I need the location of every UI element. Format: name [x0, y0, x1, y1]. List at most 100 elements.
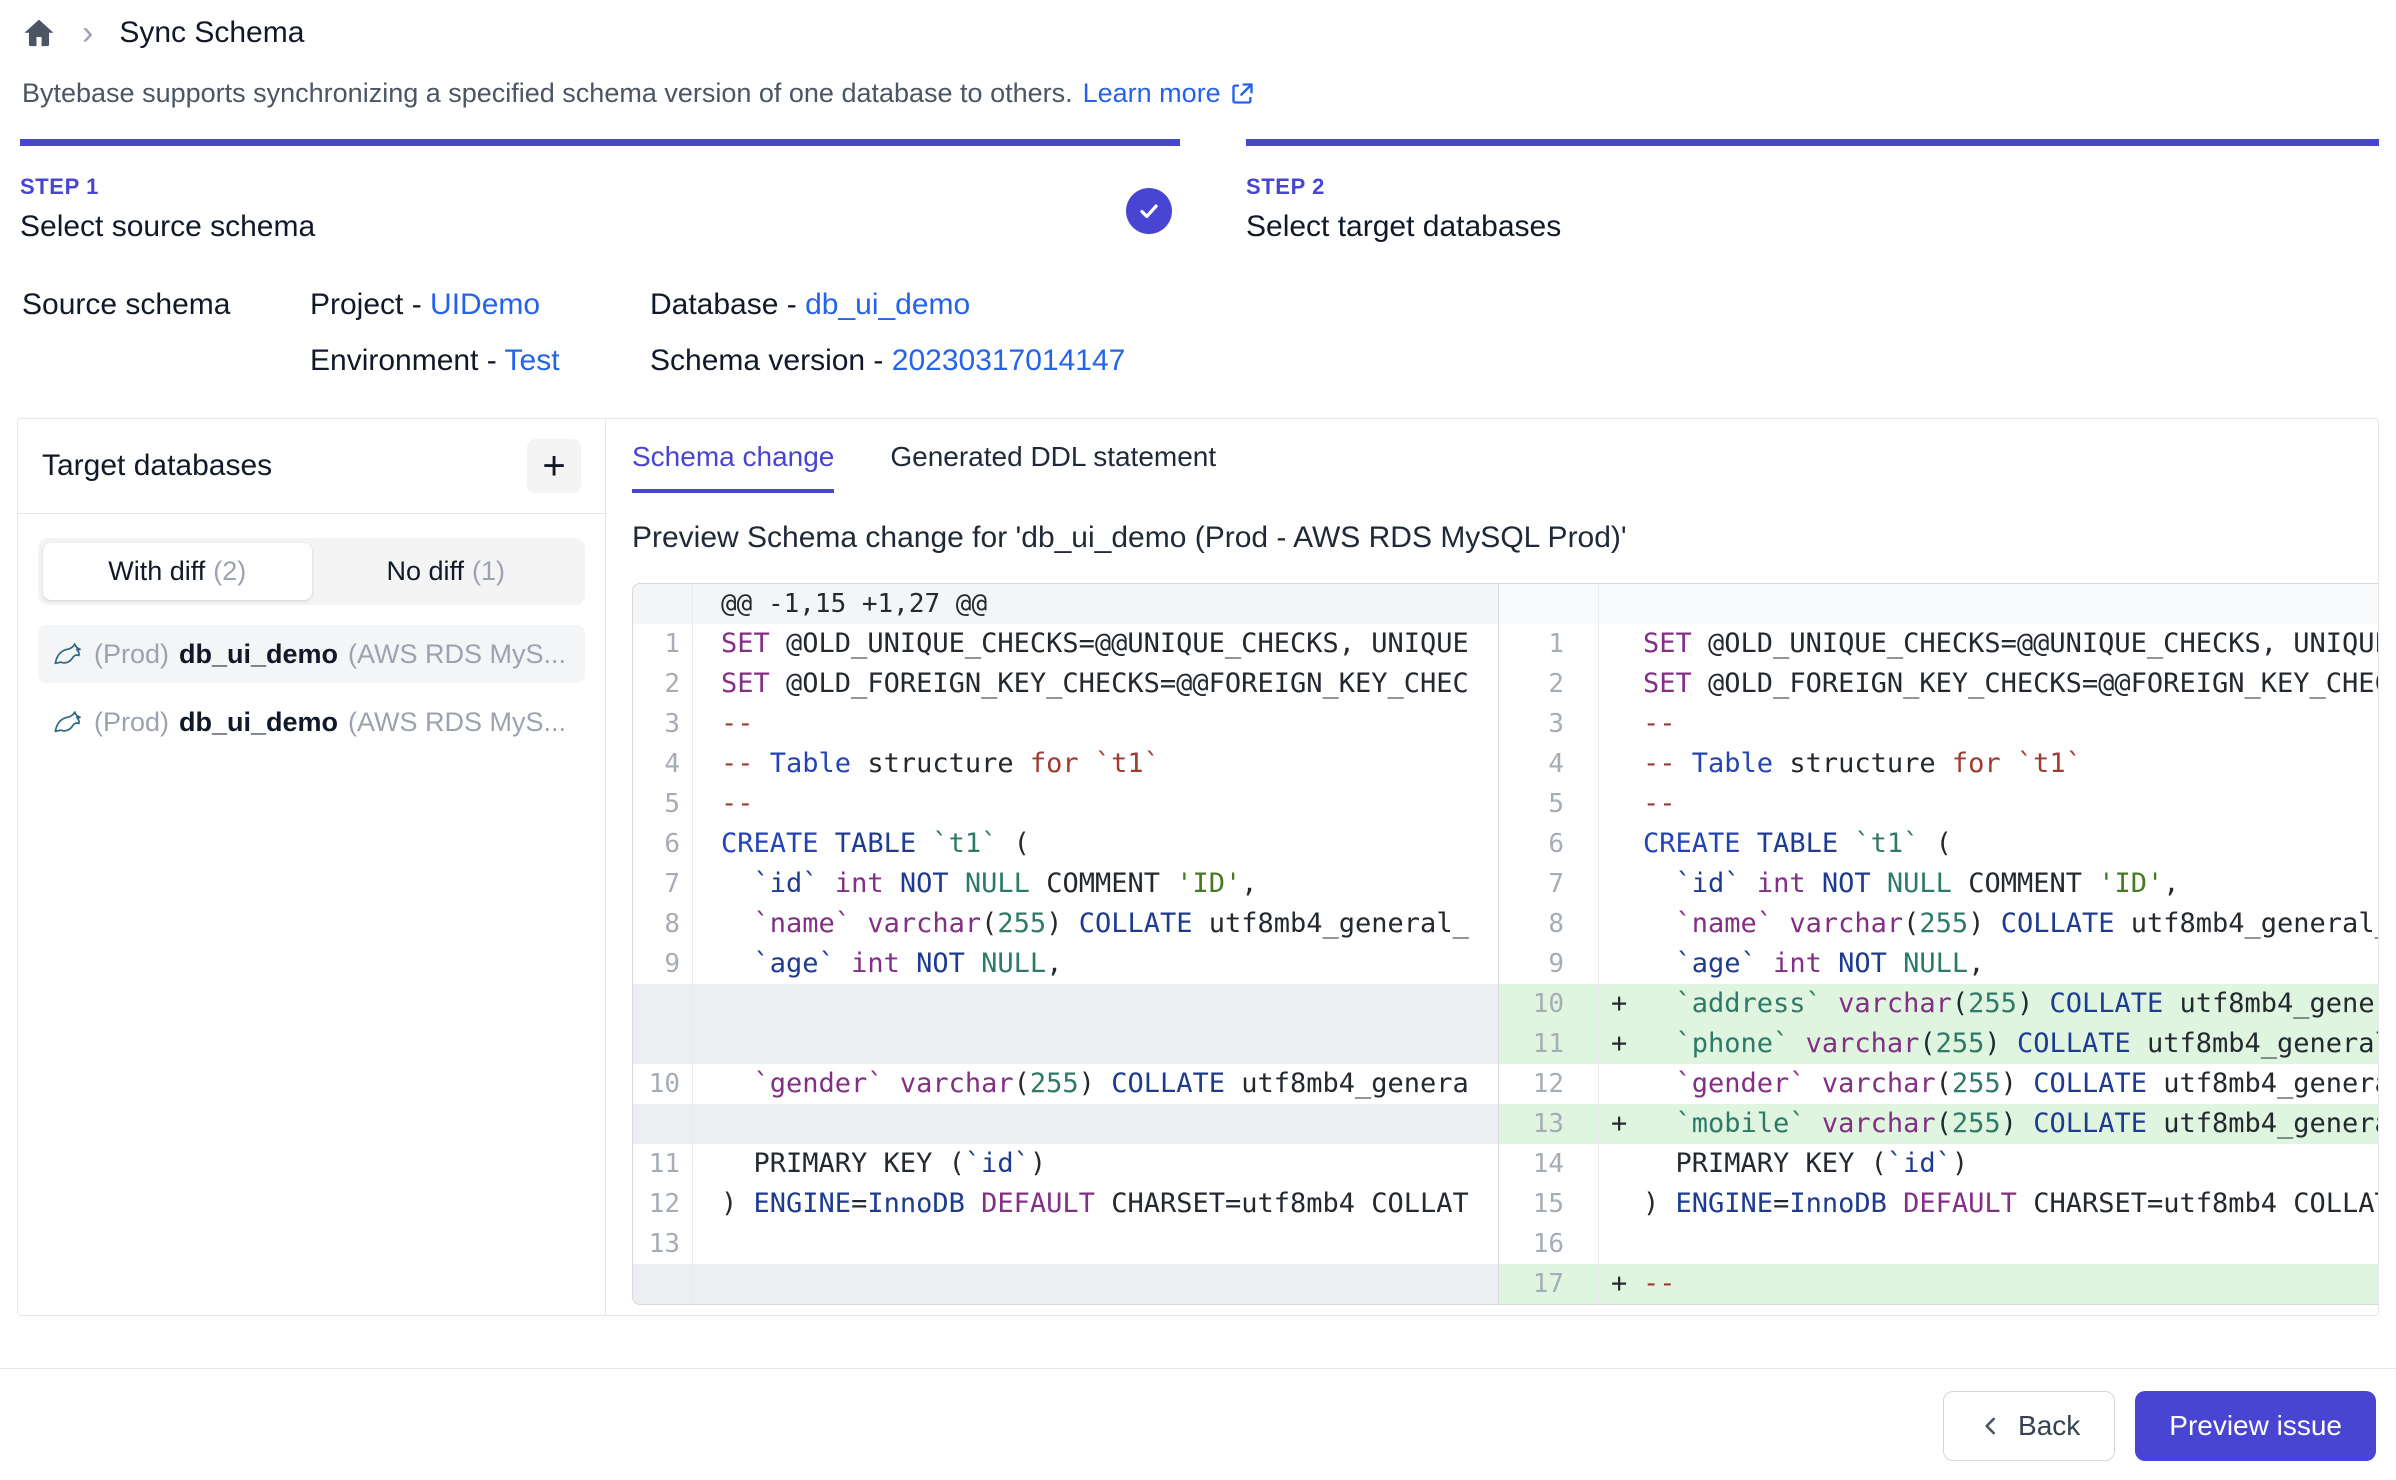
diff-row: 12 `gender` varchar(255) COLLATE utf8mb4… — [1499, 1064, 2379, 1104]
database-instance: (AWS RDS MyS... — [348, 707, 566, 738]
diff-row: 17--+ — [1499, 1264, 2379, 1304]
diff-row: 4-- Table structure for `t1` — [633, 744, 1498, 784]
code-line: -- Table structure for `t1` — [1599, 744, 2379, 784]
diff-row: 9 `age` int NOT NULL, — [1499, 944, 2379, 984]
diff-row: 3-- — [633, 704, 1498, 744]
database-link[interactable]: db_ui_demo — [805, 288, 970, 321]
diff-row: 4-- Table structure for `t1` — [1499, 744, 2379, 784]
diff-filter-segmented-control: With diff (2) No diff(1) — [38, 538, 585, 605]
home-icon[interactable] — [22, 16, 56, 50]
preview-issue-button[interactable]: Preview issue — [2135, 1391, 2376, 1461]
line-number: 6 — [633, 824, 693, 864]
line-number: 4 — [633, 744, 693, 784]
diff-right-pane[interactable]: 1SET @OLD_UNIQUE_CHECKS=@@UNIQUE_CHECKS,… — [1499, 584, 2379, 1304]
line-number: 17 — [1499, 1264, 1599, 1304]
source-project: Project - UIDemo — [310, 288, 650, 322]
line-number — [633, 1264, 693, 1304]
diff-row: 7 `id` int NOT NULL COMMENT 'ID', — [633, 864, 1498, 904]
added-line-marker: + — [1611, 984, 1627, 1024]
back-label: Back — [2018, 1410, 2080, 1442]
breadcrumb-separator: › — [82, 16, 93, 50]
add-target-database-button[interactable]: + — [527, 439, 581, 493]
step-2: STEP 2 Select target databases — [1246, 139, 2379, 244]
step-1-title: Select source schema — [20, 210, 1180, 244]
code-line: `gender` varchar(255) COLLATE utf8mb4_ge… — [693, 1064, 1498, 1104]
diff-row — [633, 1104, 1498, 1144]
line-number: 14 — [1499, 1144, 1599, 1184]
learn-more-link[interactable]: Learn more — [1083, 78, 1256, 109]
step-2-label: STEP 2 — [1246, 174, 2379, 200]
line-number: 1 — [1499, 624, 1599, 664]
with-diff-label: With diff — [108, 556, 205, 586]
step-complete-badge — [1126, 188, 1172, 234]
line-number — [1499, 584, 1599, 624]
source-schema-version: Schema version - 20230317014147 — [650, 344, 2396, 378]
line-number: 8 — [1499, 904, 1599, 944]
line-number — [633, 1024, 693, 1064]
diff-row: 2SET @OLD_FOREIGN_KEY_CHECKS=@@FOREIGN_K… — [1499, 664, 2379, 704]
with-diff-count: (2) — [213, 556, 246, 586]
environment-link[interactable]: Test — [505, 344, 560, 377]
diff-left-pane[interactable]: @@ -1,15 +1,27 @@1SET @OLD_UNIQUE_CHECKS… — [633, 584, 1499, 1304]
code-line: -- — [693, 704, 1498, 744]
code-line — [693, 984, 1498, 1024]
code-line — [693, 1104, 1498, 1144]
project-label: Project - — [310, 288, 430, 321]
diff-row: 12) ENGINE=InnoDB DEFAULT CHARSET=utf8mb… — [633, 1184, 1498, 1224]
database-environment: (Prod) — [94, 639, 169, 670]
code-line: `address` varchar(255) COLLATE utf8mb4_g… — [1599, 984, 2379, 1024]
diff-row — [633, 1024, 1498, 1064]
description-text: Bytebase supports synchronizing a specif… — [22, 78, 1073, 109]
database-list-item[interactable]: (Prod) db_ui_demo (AWS RDS MyS... — [38, 625, 585, 683]
diff-row: 11 PRIMARY KEY (`id`) — [633, 1144, 1498, 1184]
diff-row: 6CREATE TABLE `t1` ( — [1499, 824, 2379, 864]
diff-row: 10 `gender` varchar(255) COLLATE utf8mb4… — [633, 1064, 1498, 1104]
tab-no-diff[interactable]: No diff(1) — [312, 543, 581, 600]
wizard-steps: STEP 1 Select source schema STEP 2 Selec… — [20, 139, 2379, 244]
line-number: 10 — [1499, 984, 1599, 1024]
diff-row: 1SET @OLD_UNIQUE_CHECKS=@@UNIQUE_CHECKS,… — [633, 624, 1498, 664]
schema-version-link[interactable]: 20230317014147 — [892, 344, 1126, 377]
code-line: `name` varchar(255) COLLATE utf8mb4_gene… — [1599, 904, 2379, 944]
diff-row: 13 `mobile` varchar(255) COLLATE utf8mb4… — [1499, 1104, 2379, 1144]
database-instance: (AWS RDS MyS... — [348, 639, 566, 670]
diff-row: 10 `address` varchar(255) COLLATE utf8mb… — [1499, 984, 2379, 1024]
line-number: 1 — [633, 624, 693, 664]
page-title: Sync Schema — [119, 16, 304, 50]
check-icon — [1136, 198, 1162, 224]
tab-generated-ddl[interactable]: Generated DDL statement — [890, 441, 1216, 493]
diff-row — [633, 984, 1498, 1024]
diff-row: 14 PRIMARY KEY (`id`) — [1499, 1144, 2379, 1184]
target-database-list: (Prod) db_ui_demo (AWS RDS MyS... (Prod)… — [38, 625, 585, 751]
line-number: 12 — [1499, 1064, 1599, 1104]
tab-with-diff[interactable]: With diff (2) — [43, 543, 312, 600]
source-database: Database - db_ui_demo — [650, 288, 2396, 322]
tab-schema-change[interactable]: Schema change — [632, 441, 834, 493]
footer-divider — [0, 1368, 2396, 1369]
code-line: SET @OLD_FOREIGN_KEY_CHECKS=@@FOREIGN_KE… — [1599, 664, 2379, 704]
line-number: 9 — [1499, 944, 1599, 984]
code-line: SET @OLD_UNIQUE_CHECKS=@@UNIQUE_CHECKS, … — [693, 624, 1498, 664]
line-number: 16 — [1499, 1224, 1599, 1264]
line-number — [633, 984, 693, 1024]
target-databases-title: Target databases — [42, 449, 272, 483]
footer-actions: Back Preview issue — [0, 1391, 2376, 1461]
diff-row: 11 `phone` varchar(255) COLLATE utf8mb4_… — [1499, 1024, 2379, 1064]
target-databases-panel: Target databases + With diff (2) No diff(… — [18, 419, 606, 1315]
line-number: 3 — [633, 704, 693, 744]
back-button[interactable]: Back — [1943, 1391, 2115, 1461]
code-line — [693, 1224, 1498, 1264]
code-line: `mobile` varchar(255) COLLATE utf8mb4_ge… — [1599, 1104, 2379, 1144]
diff-row: 5-- — [633, 784, 1498, 824]
database-list-item[interactable]: (Prod) db_ui_demo (AWS RDS MyS... — [38, 693, 585, 751]
code-line: PRIMARY KEY (`id`) — [693, 1144, 1498, 1184]
source-environment: Environment - Test — [310, 344, 650, 378]
project-link[interactable]: UIDemo — [430, 288, 540, 321]
line-number: 13 — [633, 1224, 693, 1264]
code-line: SET @OLD_FOREIGN_KEY_CHECKS=@@FOREIGN_KE… — [693, 664, 1498, 704]
line-number: 2 — [633, 664, 693, 704]
database-name: db_ui_demo — [179, 639, 338, 670]
line-number: 10 — [633, 1064, 693, 1104]
line-number: 13 — [1499, 1104, 1599, 1144]
step-2-title: Select target databases — [1246, 210, 2379, 244]
